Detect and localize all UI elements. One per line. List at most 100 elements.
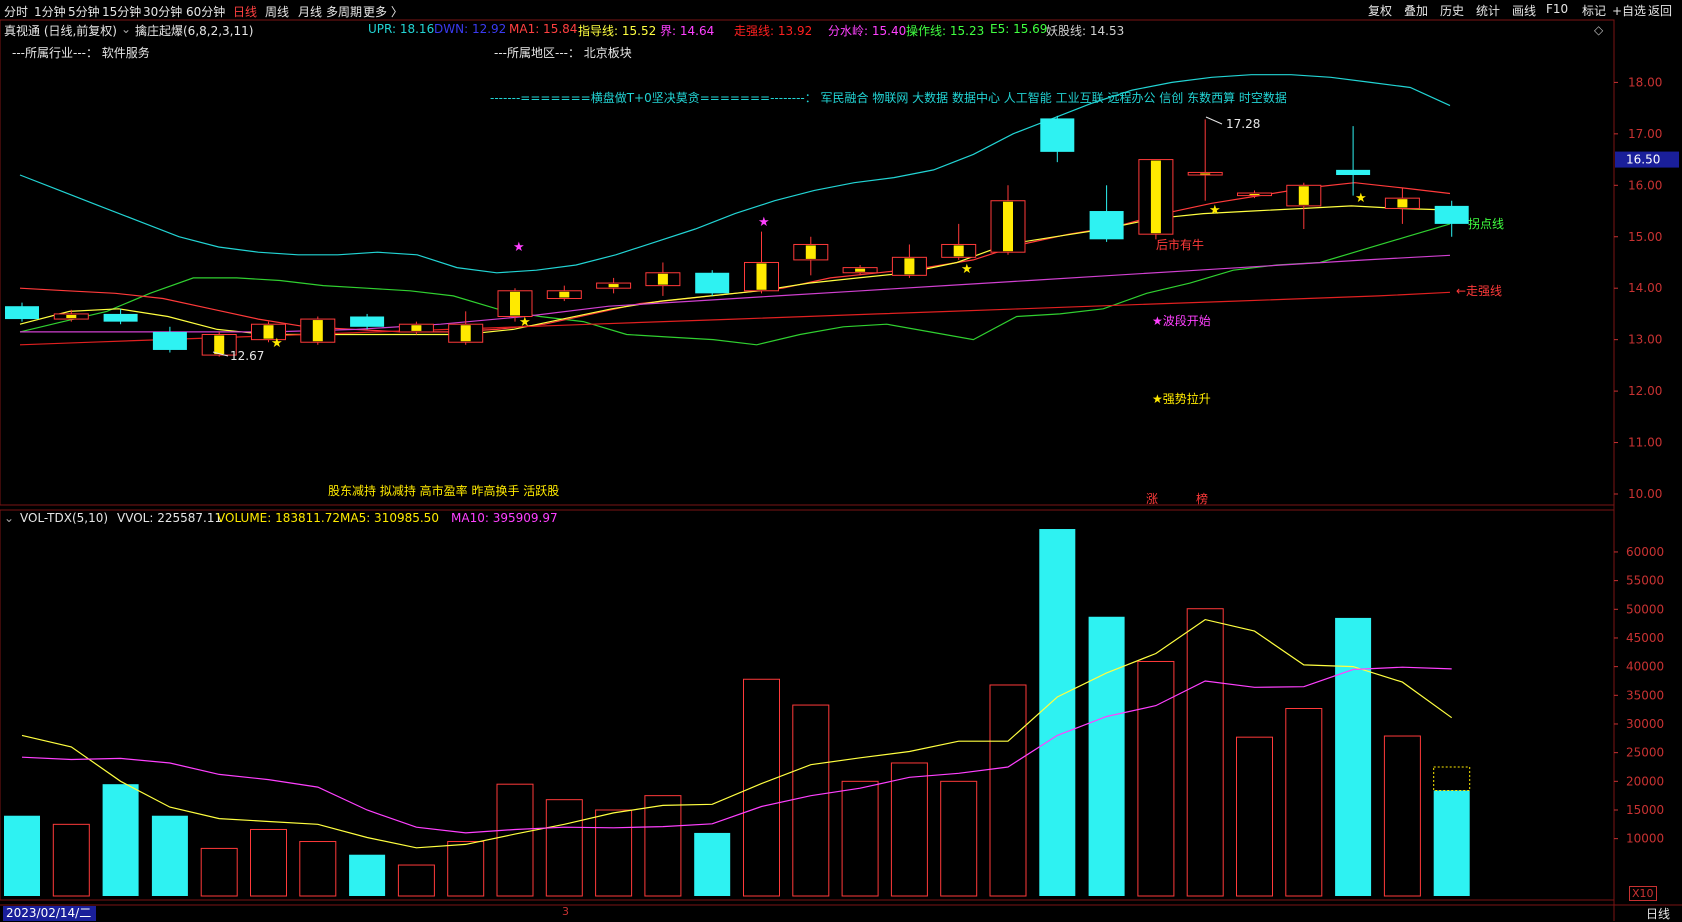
- volume-bar[interactable]: [102, 784, 139, 896]
- volume-bar[interactable]: [397, 864, 435, 897]
- candle[interactable]: [1434, 200, 1469, 237]
- high-price-label: 17.28: [1226, 117, 1260, 131]
- volume-bar-down: [1433, 790, 1470, 896]
- volume-bar[interactable]: [940, 780, 978, 897]
- volume-bar[interactable]: [4, 815, 40, 896]
- volume-bar[interactable]: [644, 795, 682, 897]
- kline-chart[interactable]: 10.00 11.00 12.00 13.00 14.00 15.00 16.00 17.00…: [0, 0, 1682, 921]
- volume-bar[interactable]: [1383, 735, 1421, 897]
- volume-bar[interactable]: [250, 828, 287, 897]
- volume-indicator-name[interactable]: VOL-TDX(5,10): [20, 511, 108, 525]
- volume-bar-down: [1335, 617, 1372, 896]
- candle[interactable]: [448, 311, 484, 345]
- volume-bar[interactable]: [151, 815, 188, 896]
- candle[interactable]: [1040, 115, 1075, 163]
- candle[interactable]: [53, 309, 89, 322]
- volume-bar-down: [1088, 616, 1125, 896]
- candle-body-down: [5, 306, 39, 320]
- candle-core: [559, 291, 570, 298]
- candle[interactable]: [1286, 182, 1322, 230]
- volume-tick-label: 15000: [1626, 803, 1664, 817]
- candle-core: [1397, 199, 1408, 208]
- star-marker-magenta: ★: [513, 240, 525, 255]
- current-price-label: 16.50: [1626, 153, 1660, 167]
- candle[interactable]: [1237, 190, 1272, 199]
- bottom-period-label[interactable]: 日线: [1646, 905, 1670, 922]
- volume-bar-up: [841, 780, 879, 897]
- volume-bar[interactable]: [1236, 736, 1273, 897]
- volume-bar[interactable]: [200, 847, 238, 897]
- volume-bar[interactable]: [545, 799, 583, 897]
- volume-bar-up: [1285, 707, 1323, 897]
- price-tick-label: 16.00: [1628, 178, 1662, 192]
- inflection-line-label: 拐点线: [1468, 216, 1504, 231]
- candle[interactable]: [941, 223, 977, 260]
- volume-bar-up: [595, 809, 633, 897]
- candle[interactable]: [1187, 119, 1223, 201]
- volume-bar[interactable]: [792, 704, 830, 897]
- candle[interactable]: [5, 302, 39, 322]
- candle[interactable]: [596, 277, 632, 294]
- volume-bar[interactable]: [1186, 608, 1224, 897]
- volume-bar[interactable]: [841, 780, 879, 897]
- volume-bar[interactable]: [52, 823, 90, 897]
- volume-bar[interactable]: [1137, 660, 1175, 897]
- price-tick-label: 10.00: [1628, 487, 1662, 501]
- volume-tick-label: 35000: [1626, 688, 1664, 702]
- volume-bar[interactable]: [1285, 707, 1323, 897]
- candle-core: [312, 320, 323, 342]
- volume-tick-label: 60000: [1626, 545, 1664, 559]
- candle[interactable]: [695, 270, 730, 296]
- ma10-value: MA10: 395909.97: [451, 511, 558, 525]
- volume-bar[interactable]: [1433, 790, 1470, 896]
- volume-bar[interactable]: [743, 678, 780, 897]
- volume-bar-up: [644, 795, 682, 897]
- zoom-badge[interactable]: X10: [1629, 886, 1657, 901]
- volume-bar[interactable]: [1039, 529, 1076, 896]
- candle[interactable]: [744, 231, 779, 294]
- candle[interactable]: [645, 262, 681, 296]
- volume-bar[interactable]: [595, 809, 633, 897]
- candle[interactable]: [300, 316, 336, 345]
- chip-mark: 榜: [1196, 491, 1208, 506]
- candle-body-down: [1089, 211, 1124, 240]
- region-label: ---所属地区---： 北京板块: [494, 46, 632, 60]
- candle[interactable]: [350, 313, 385, 330]
- volume-tick-label: 55000: [1626, 574, 1664, 588]
- diamond-icon[interactable]: ◇: [1594, 23, 1603, 37]
- volume-bar[interactable]: [890, 762, 928, 897]
- volume-bar[interactable]: [989, 684, 1027, 897]
- volume-bar[interactable]: [496, 783, 534, 897]
- candle[interactable]: [546, 285, 582, 302]
- candle[interactable]: [1384, 187, 1420, 224]
- volume-bar[interactable]: [1088, 616, 1125, 896]
- candle[interactable]: [891, 244, 927, 278]
- volume-bar-up: [545, 799, 583, 897]
- candle-core: [214, 335, 225, 355]
- star-marker: ★: [271, 336, 283, 351]
- volume-bar-up: [1137, 660, 1175, 897]
- candle-core: [1200, 173, 1211, 175]
- vvol-value: VVOL: 225587.11: [117, 511, 223, 525]
- candle[interactable]: [1138, 159, 1174, 240]
- volume-value: VOLUME: 183811.72: [217, 511, 340, 525]
- volume-bar-up: [792, 704, 830, 897]
- cursor-date: 2023/02/14/二: [3, 906, 96, 921]
- candle[interactable]: [1336, 126, 1371, 196]
- candle[interactable]: [990, 185, 1026, 255]
- low-price-label: 12.67: [230, 349, 264, 363]
- candle-core: [1249, 194, 1260, 196]
- candle[interactable]: [152, 326, 187, 353]
- volume-bar-down: [102, 784, 139, 896]
- volume-bar[interactable]: [349, 854, 386, 896]
- candle[interactable]: [793, 236, 829, 276]
- price-tick-label: 12.00: [1628, 384, 1662, 398]
- volume-tick-label: 25000: [1626, 746, 1664, 760]
- candle[interactable]: [398, 321, 434, 335]
- volume-chevron-icon[interactable]: ⌄: [4, 511, 14, 525]
- candle[interactable]: [1089, 185, 1124, 242]
- volume-bar[interactable]: [447, 841, 485, 897]
- volume-bar[interactable]: [299, 841, 337, 897]
- volume-bar[interactable]: [694, 832, 731, 896]
- volume-bar[interactable]: [1335, 617, 1372, 896]
